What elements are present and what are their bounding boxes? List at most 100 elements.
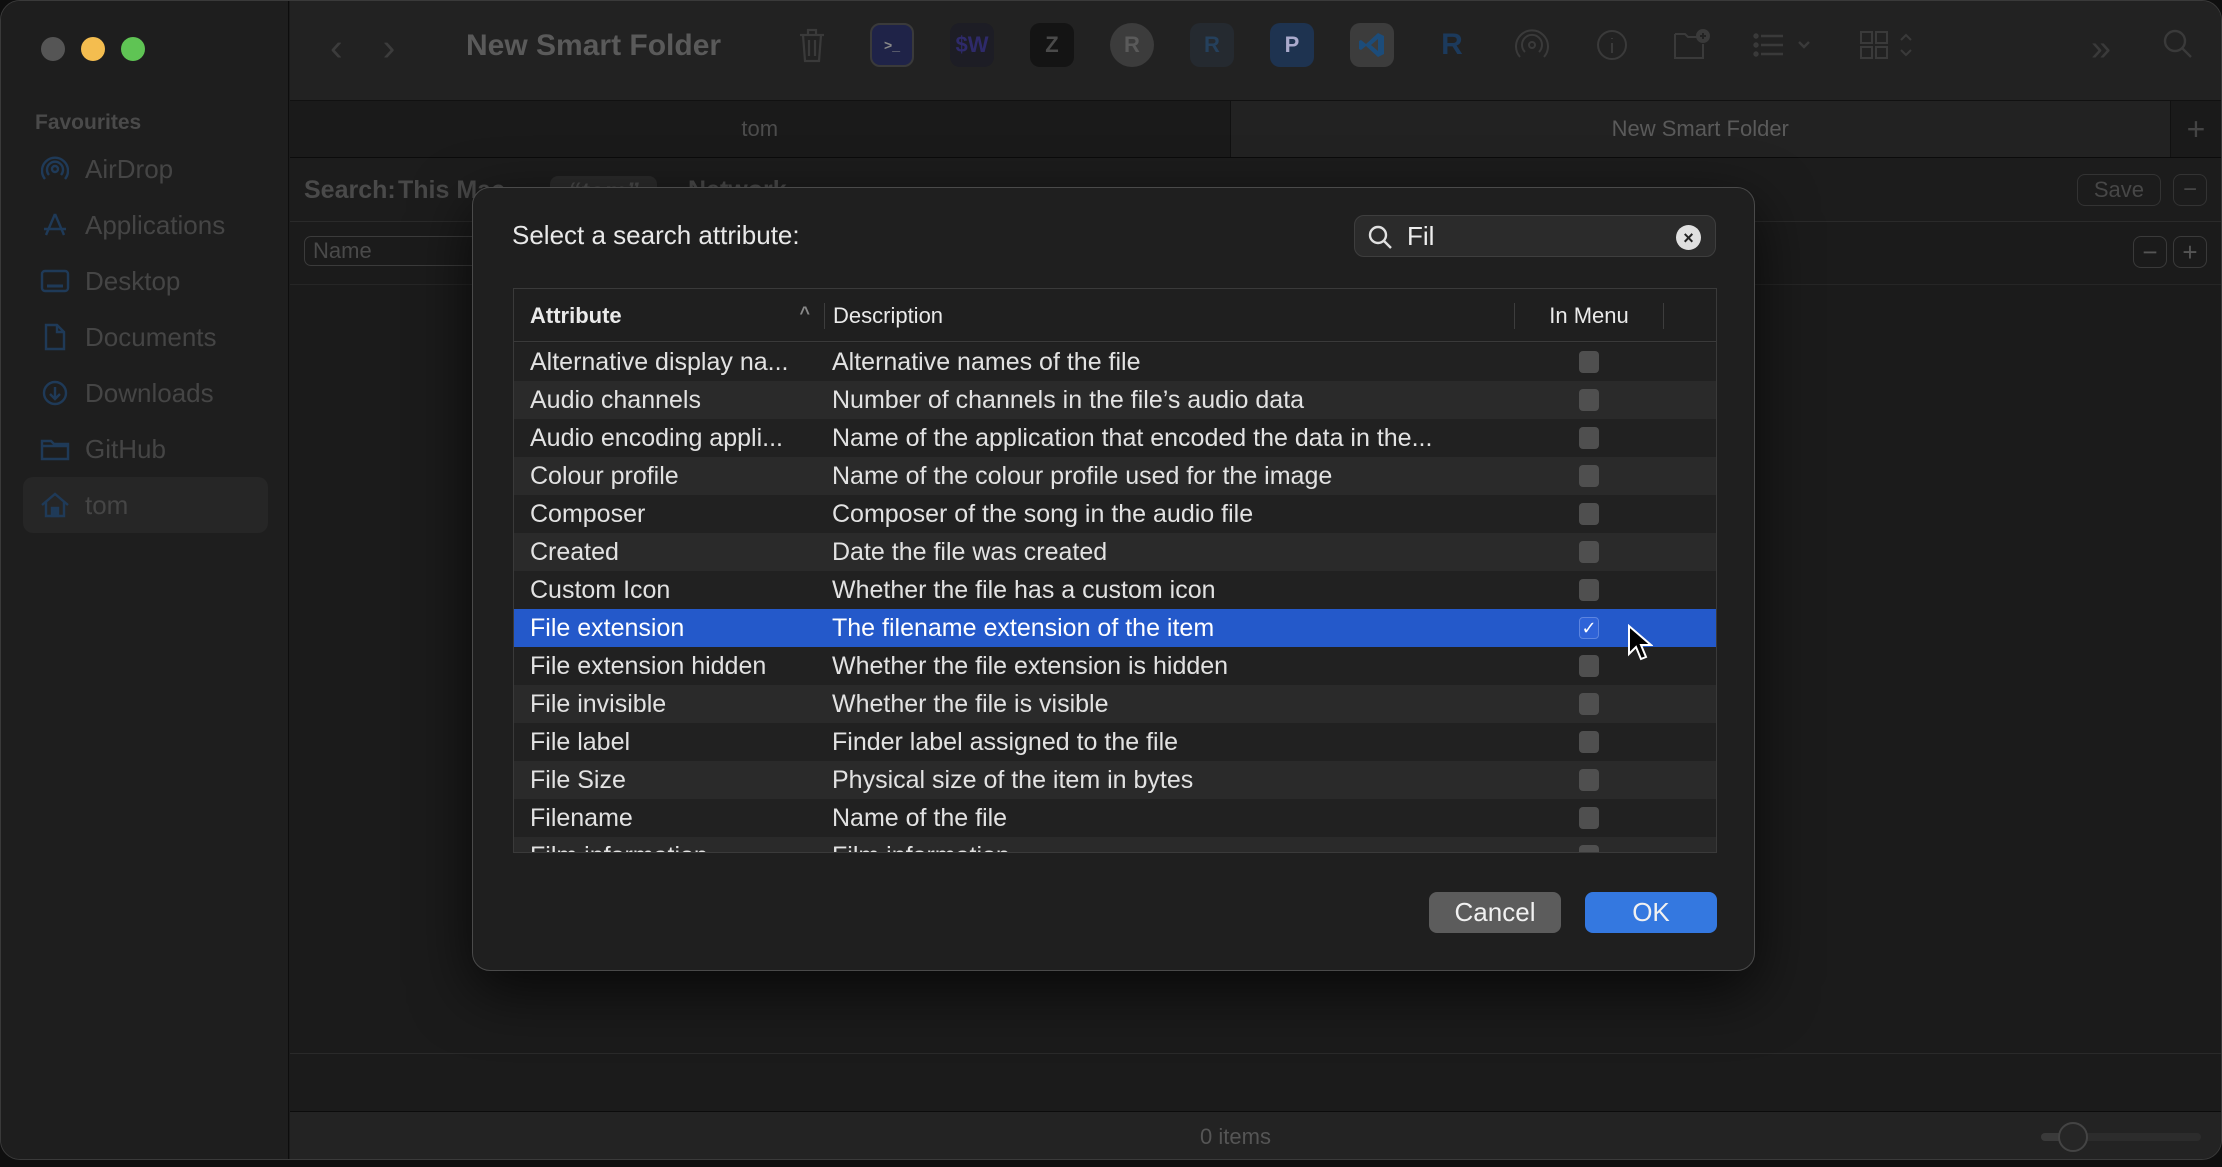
tab-tom[interactable]: tom (290, 101, 1231, 157)
table-row[interactable]: Composer Composer of the song in the audi… (514, 495, 1716, 533)
table-row[interactable]: File label Finder label assigned to the f… (514, 723, 1716, 761)
tab-new-smart-folder[interactable]: New Smart Folder (1230, 101, 2171, 157)
clear-search-button[interactable]: × (1676, 225, 1701, 250)
description-cell: Number of channels in the file’s audio d… (832, 385, 1305, 414)
terminal-app-icon[interactable]: >_ (870, 23, 914, 67)
vscode-app-icon[interactable] (1350, 23, 1394, 67)
table-row[interactable]: Film informationFilm information (514, 837, 1716, 852)
description-cell: Physical size of the item in bytes (832, 765, 1194, 794)
r-app-icon[interactable]: R (1430, 23, 1474, 67)
in-menu-checkbox[interactable] (1579, 427, 1599, 449)
icon-size-slider[interactable] (2041, 1122, 2201, 1152)
group-view-icon[interactable] (1856, 23, 1926, 67)
attribute-cell: Audio channels (530, 385, 701, 414)
criteria-buttons: − + (2133, 236, 2207, 268)
table-row[interactable]: Custom Icon Whether the file has a custom… (514, 571, 1716, 609)
status-bar: 0 items (290, 1111, 2221, 1159)
sidebar-item-applications[interactable]: Applications (23, 197, 268, 253)
dollar-w-app-icon[interactable]: $W (950, 23, 994, 67)
remove-criteria-button[interactable]: − (2133, 236, 2167, 268)
in-menu-cell (1514, 541, 1664, 563)
table-row[interactable]: Created Date the file was created (514, 533, 1716, 571)
search-label: Search: (304, 176, 396, 204)
in-menu-checkbox[interactable] (1579, 845, 1599, 852)
in-menu-checkbox[interactable] (1579, 655, 1599, 677)
new-tab-button[interactable]: + (2171, 101, 2221, 157)
list-view-icon[interactable] (1750, 23, 1820, 67)
toolbar: ‹ › New Smart Folder >_ $W Z R R P R » (290, 1, 2221, 101)
sidebar-item-desktop[interactable]: Desktop (23, 253, 268, 309)
sidebar-item-airdrop[interactable]: AirDrop (23, 141, 268, 197)
column-header-attribute[interactable]: Attribute ^ (514, 289, 824, 342)
in-menu-checkbox[interactable]: ✓ (1579, 617, 1599, 639)
results-divider (290, 1053, 2221, 1054)
new-folder-icon[interactable] (1670, 23, 1714, 67)
in-menu-checkbox[interactable] (1579, 579, 1599, 601)
save-search-button[interactable]: Save (2076, 174, 2161, 206)
table-row[interactable]: File extension The filename extension of … (514, 609, 1716, 647)
in-menu-checkbox[interactable] (1579, 465, 1599, 487)
forward-button[interactable]: › (383, 27, 396, 70)
back-button[interactable]: ‹ (330, 27, 343, 70)
column-header-in-menu[interactable]: In Menu (1514, 303, 1664, 329)
minimize-window-button[interactable] (81, 37, 105, 61)
table-header: Attribute ^ Description In Menu (514, 289, 1716, 342)
description-cell: Whether the file has a custom icon (832, 575, 1216, 604)
zed-app-icon[interactable]: Z (1030, 23, 1074, 67)
table-row[interactable]: File Size Physical size of the item in by… (514, 761, 1716, 799)
attribute-cell: File extension (530, 613, 685, 642)
in-menu-cell (1514, 731, 1664, 753)
ok-button[interactable]: OK (1585, 892, 1717, 933)
sidebar-list: AirDrop Applications Desktop Documents D… (23, 141, 268, 533)
sidebar: Favourites AirDrop Applications Desktop (1, 1, 289, 1159)
attribute-search-input[interactable] (1407, 220, 1657, 252)
attribute-table: Attribute ^ Description In Menu Alternat… (513, 288, 1717, 853)
in-menu-checkbox[interactable] (1579, 351, 1599, 373)
trash-icon[interactable] (790, 23, 834, 67)
column-header-description[interactable]: Description (824, 303, 1514, 329)
rstudio-app-icon[interactable]: R (1110, 23, 1154, 67)
search-icon[interactable] (2161, 27, 2195, 70)
table-row[interactable]: Filename Name of the file (514, 799, 1716, 837)
r-hex-app-icon[interactable]: R (1190, 23, 1234, 67)
table-row[interactable]: File extension hidden Whether the file ex… (514, 647, 1716, 685)
description-cell: Film information (824, 842, 1514, 853)
in-menu-checkbox[interactable] (1579, 693, 1599, 715)
remove-search-button[interactable]: − (2173, 174, 2207, 206)
in-menu-checkbox[interactable] (1579, 389, 1599, 411)
slider-knob[interactable] (2058, 1122, 2088, 1152)
maximize-window-button[interactable] (121, 37, 145, 61)
attribute-cell: File invisible (530, 689, 667, 718)
attribute-search-field[interactable]: × (1354, 215, 1716, 257)
home-icon (39, 489, 71, 521)
airdrop-toolbar-icon[interactable] (1510, 23, 1554, 67)
cancel-button[interactable]: Cancel (1429, 892, 1561, 933)
attribute-cell: Filename (530, 803, 633, 832)
sidebar-item-github[interactable]: GitHub (23, 421, 268, 477)
info-icon[interactable] (1590, 23, 1634, 67)
in-menu-checkbox[interactable] (1579, 769, 1599, 791)
in-menu-checkbox[interactable] (1579, 541, 1599, 563)
in-menu-checkbox[interactable] (1579, 503, 1599, 525)
table-row[interactable]: Audio encoding appli... Name of the appli… (514, 419, 1716, 457)
more-toolbar-items-button[interactable]: » (2091, 27, 2111, 70)
sidebar-item-tom[interactable]: tom (23, 477, 268, 533)
table-row[interactable]: Audio channels Number of channels in the … (514, 381, 1716, 419)
table-row[interactable]: File invisible Whether the file is visibl… (514, 685, 1716, 723)
in-menu-checkbox[interactable] (1579, 731, 1599, 753)
traffic-lights (41, 37, 145, 61)
close-window-button[interactable] (41, 37, 65, 61)
table-row[interactable]: Colour profile Name of the colour profile… (514, 457, 1716, 495)
attribute-cell: Composer (530, 499, 646, 528)
downloads-icon (39, 377, 71, 409)
add-criteria-button[interactable]: + (2173, 236, 2207, 268)
in-menu-checkbox[interactable] (1579, 807, 1599, 829)
search-attribute-dialog: Select a search attribute: × Attribute ^… (472, 187, 1755, 971)
sidebar-item-downloads[interactable]: Downloads (23, 365, 268, 421)
attribute-cell: File label (530, 727, 631, 756)
description-cell: The filename extension of the item (832, 613, 1215, 642)
positron-app-icon[interactable]: P (1270, 23, 1314, 67)
table-row[interactable]: Alternative display na... Alternative nam… (514, 343, 1716, 381)
sidebar-item-documents[interactable]: Documents (23, 309, 268, 365)
attribute-cell: Custom Icon (530, 575, 671, 604)
